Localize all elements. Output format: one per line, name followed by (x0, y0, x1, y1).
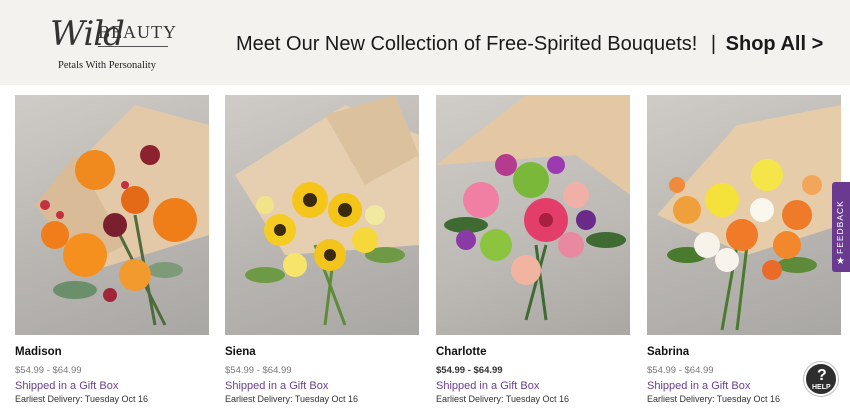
star-icon: ★ (836, 256, 845, 267)
product-price: $54.99 - $64.99 (436, 365, 503, 376)
shipping-note: Shipped in a Gift Box (225, 380, 329, 392)
product-name[interactable]: Madison (15, 346, 62, 358)
feedback-label: FEEDBACK (835, 200, 845, 254)
wild-beauty-logo[interactable]: Wild BEAUTY Petals With Personality (50, 12, 176, 74)
shipping-note: Shipped in a Gift Box (436, 380, 540, 392)
product-price: $54.99 - $64.99 (15, 365, 82, 376)
help-button[interactable]: ? HELP (804, 362, 838, 396)
product-image-siena[interactable] (225, 95, 419, 335)
headline-text: Meet Our New Collection of Free-Spirited… (236, 33, 698, 55)
product-card-siena[interactable]: Siena $54.99 - $64.99 Shipped in a Gift … (225, 95, 419, 411)
product-price: $54.99 - $64.99 (225, 365, 292, 376)
shipping-note: Shipped in a Gift Box (647, 380, 751, 392)
help-label: HELP (812, 384, 831, 391)
product-name[interactable]: Sabrina (647, 346, 689, 358)
product-card-charlotte[interactable]: Charlotte $54.99 - $64.99 Shipped in a G… (436, 95, 630, 411)
product-card-madison[interactable]: Madison $54.99 - $64.99 Shipped in a Gif… (15, 95, 209, 411)
product-price: $54.99 - $64.99 (647, 365, 714, 376)
banner-headline: Meet Our New Collection of Free-Spirited… (236, 33, 823, 56)
promo-banner[interactable]: Wild BEAUTY Petals With Personality Meet… (0, 0, 850, 85)
bouquet-illustration (436, 95, 630, 321)
logo-word-text: BEAUTY (98, 22, 177, 42)
logo-divider (98, 46, 168, 47)
product-image-madison[interactable] (15, 95, 209, 335)
bouquet-illustration (35, 105, 209, 326)
product-image-charlotte[interactable] (436, 95, 630, 335)
product-name[interactable]: Charlotte (436, 346, 486, 358)
delivery-date: Earliest Delivery: Tuesday Oct 16 (647, 394, 781, 404)
delivery-date: Earliest Delivery: Tuesday Oct 16 (15, 394, 149, 404)
product-name[interactable]: Siena (225, 346, 256, 358)
logo-tagline: Petals With Personality (58, 60, 156, 71)
shipping-note: Shipped in a Gift Box (15, 380, 119, 392)
delivery-date: Earliest Delivery: Tuesday Oct 16 (225, 394, 359, 404)
question-icon: ? (817, 367, 827, 384)
bouquet-illustration (235, 95, 419, 326)
headline-separator: | (710, 33, 717, 55)
product-image-sabrina[interactable] (647, 95, 841, 335)
bouquet-illustration (657, 105, 841, 331)
delivery-date: Earliest Delivery: Tuesday Oct 16 (436, 394, 570, 404)
shop-all-link[interactable]: Shop All > (726, 33, 824, 55)
feedback-tab[interactable]: FEEDBACK ★ (832, 182, 850, 272)
